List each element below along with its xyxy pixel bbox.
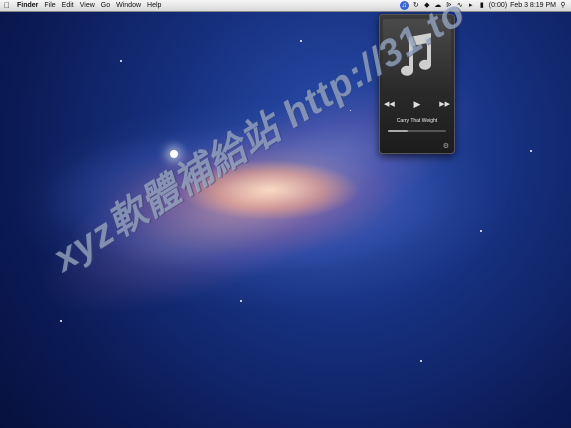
- star: [60, 320, 62, 322]
- menu-help[interactable]: Help: [144, 0, 164, 11]
- menu-edit[interactable]: Edit: [59, 0, 77, 11]
- rewind-icon[interactable]: ◀◀: [384, 100, 395, 108]
- star: [480, 230, 482, 232]
- clock[interactable]: Feb 3 8:19 PM: [510, 0, 556, 11]
- playback-controls: ◀◀ ▶ ▶▶: [380, 97, 454, 111]
- volume-icon[interactable]: ▸: [467, 0, 475, 11]
- apple-icon[interactable]: : [0, 0, 14, 11]
- star: [300, 40, 302, 42]
- battery-icon[interactable]: ▮: [478, 0, 486, 11]
- menu-file[interactable]: File: [41, 0, 58, 11]
- spotlight-icon[interactable]: ⚲: [559, 0, 567, 11]
- menu-bar:  Finder File Edit View Go Window Help ♫…: [0, 0, 571, 12]
- fast-forward-icon[interactable]: ▶▶: [439, 100, 450, 108]
- battery-time[interactable]: (0:00): [489, 0, 507, 11]
- play-icon[interactable]: ▶: [414, 99, 421, 110]
- menu-view[interactable]: View: [77, 0, 98, 11]
- star: [240, 300, 242, 302]
- progress-fill: [388, 130, 409, 132]
- star: [420, 360, 422, 362]
- track-title: Carry That Weight: [396, 118, 438, 124]
- star: [120, 60, 122, 62]
- star: [350, 110, 351, 111]
- gear-icon[interactable]: ⚙: [443, 142, 449, 150]
- menu-go[interactable]: Go: [98, 0, 113, 11]
- star: [530, 150, 532, 152]
- menu-app-name[interactable]: Finder: [14, 0, 41, 11]
- menu-window[interactable]: Window: [113, 0, 144, 11]
- progress-bar[interactable]: [388, 130, 446, 132]
